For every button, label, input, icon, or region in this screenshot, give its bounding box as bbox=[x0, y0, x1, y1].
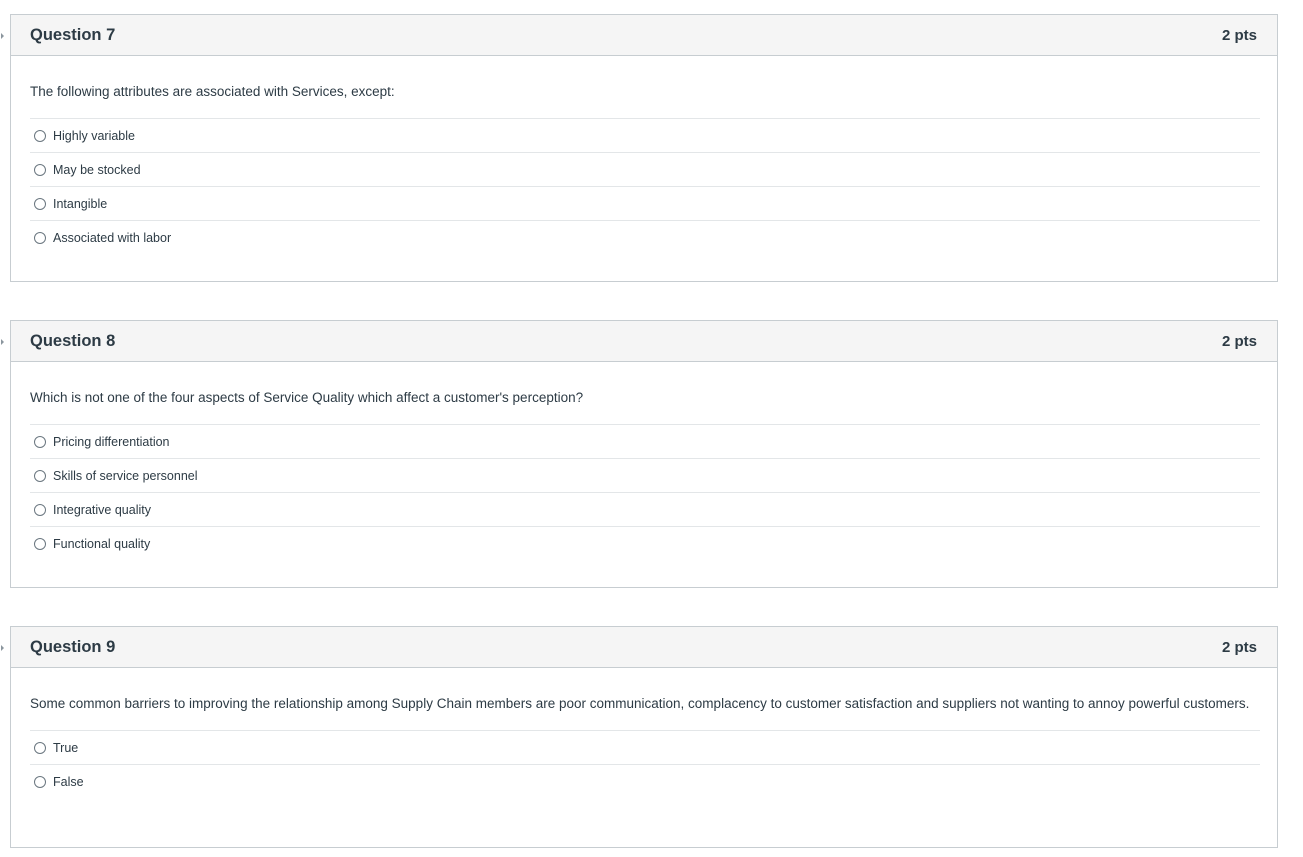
question-points: 2 pts bbox=[1221, 26, 1257, 44]
question-body: Which is not one of the four aspects of … bbox=[11, 362, 1277, 561]
question-body: The following attributes are associated … bbox=[11, 56, 1277, 255]
radio-button[interactable] bbox=[34, 503, 46, 516]
radio-button[interactable] bbox=[34, 538, 46, 550]
answer-option[interactable]: Integrative quality bbox=[30, 493, 1260, 527]
answer-label: True bbox=[53, 740, 79, 755]
question-title: Question 9 bbox=[30, 637, 116, 656]
question-body: Some common barriers to improving the re… bbox=[11, 668, 1277, 799]
question-header: Question 8 2 pts bbox=[11, 321, 1277, 362]
question-marker-icon bbox=[1, 339, 4, 345]
radio-button[interactable] bbox=[34, 232, 46, 244]
question-text: Some common barriers to improving the re… bbox=[30, 696, 1250, 711]
radio-button[interactable] bbox=[34, 163, 46, 176]
answer-label: May be stocked bbox=[53, 162, 141, 177]
question-header: Question 7 2 pts bbox=[11, 15, 1277, 56]
answer-label: Skills of service personnel bbox=[53, 468, 198, 483]
question-8-card: Question 8 2 pts Which is not one of the… bbox=[1, 320, 1278, 588]
answer-option[interactable]: Functional quality bbox=[30, 527, 1260, 561]
question-header: Question 9 2 pts bbox=[11, 627, 1277, 668]
question-marker-icon bbox=[1, 645, 4, 651]
answer-list: True False bbox=[30, 730, 1260, 799]
question-9-card: Question 9 2 pts Some common barriers to… bbox=[1, 626, 1278, 848]
answer-option[interactable]: Highly variable bbox=[30, 119, 1260, 153]
question-title: Question 8 bbox=[30, 331, 116, 350]
answer-label: Pricing differentiation bbox=[53, 434, 170, 449]
answer-label: False bbox=[53, 775, 84, 789]
answer-option[interactable]: Intangible bbox=[30, 187, 1260, 221]
answer-label: Highly variable bbox=[53, 128, 135, 143]
answer-list: Highly variable May be stocked Intangibl… bbox=[30, 118, 1260, 255]
answer-option[interactable]: Pricing differentiation bbox=[30, 425, 1260, 459]
answer-list: Pricing differentiation Skills of servic… bbox=[30, 424, 1260, 561]
question-marker-icon bbox=[1, 33, 4, 39]
answer-label: Functional quality bbox=[53, 537, 151, 551]
radio-button[interactable] bbox=[34, 129, 46, 142]
answer-label: Associated with labor bbox=[53, 231, 172, 245]
answer-option[interactable]: May be stocked bbox=[30, 153, 1260, 187]
answer-option[interactable]: False bbox=[30, 765, 1260, 799]
radio-button[interactable] bbox=[34, 469, 46, 482]
radio-button[interactable] bbox=[34, 197, 46, 210]
quiz-page: Question 7 2 pts The following attribute… bbox=[0, 0, 1303, 857]
answer-label: Integrative quality bbox=[53, 502, 151, 517]
radio-button[interactable] bbox=[34, 435, 46, 448]
question-title: Question 7 bbox=[30, 25, 116, 44]
question-points: 2 pts bbox=[1221, 638, 1257, 656]
radio-button[interactable] bbox=[34, 776, 46, 788]
answer-option[interactable]: Associated with labor bbox=[30, 221, 1260, 255]
answer-option[interactable]: Skills of service personnel bbox=[30, 459, 1260, 493]
question-text: Which is not one of the four aspects of … bbox=[30, 390, 584, 405]
answer-option[interactable]: True bbox=[30, 731, 1260, 765]
answer-label: Intangible bbox=[53, 196, 108, 211]
question-points: 2 pts bbox=[1221, 332, 1257, 350]
question-text: The following attributes are associated … bbox=[30, 84, 395, 99]
radio-button[interactable] bbox=[34, 741, 46, 754]
question-7-card: Question 7 2 pts The following attribute… bbox=[1, 14, 1278, 282]
